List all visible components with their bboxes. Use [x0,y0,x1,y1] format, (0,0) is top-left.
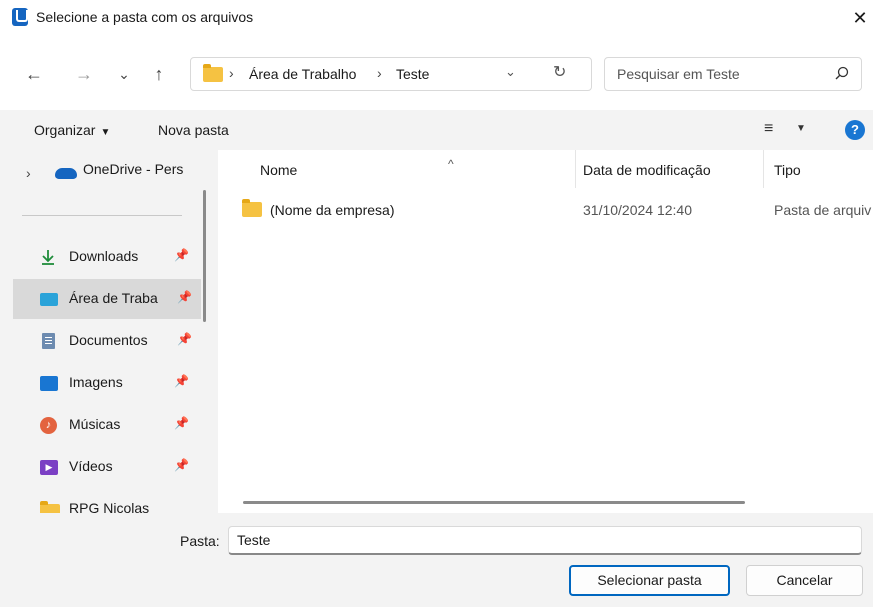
column-header-type[interactable]: Tipo [774,162,801,178]
command-bar: Organizar ▼ Nova pasta ≡ ▼ ? [0,110,873,150]
breadcrumb-separator: › [377,65,382,81]
recent-locations-chevron-icon[interactable]: ⌄ [110,60,138,88]
navigation-bar: ← → ⌄ ↑ › Área de Trabalho › Teste ⌄ ↻ [0,40,873,110]
folder-icon [203,64,223,82]
music-icon: ♪ [40,417,57,434]
table-row[interactable]: (Nome da empresa) 31/10/2024 12:40 Pasta… [238,196,873,224]
sidebar-item-downloads[interactable]: Downloads 📌 [13,237,201,277]
pin-icon[interactable]: 📌 [174,416,189,430]
dialog-footer: Pasta: Selecionar pasta Cancelar [0,513,873,607]
sidebar-item-label: Músicas [69,416,121,432]
pin-icon[interactable]: 📌 [174,248,189,262]
sidebar-item-label: Documentos [69,332,148,348]
pin-icon[interactable]: 📌 [174,458,189,472]
sidebar-item-documents[interactable]: Documentos 📌 [13,321,201,361]
sidebar-item-label: Imagens [69,374,123,390]
new-folder-button[interactable]: Nova pasta [158,122,229,138]
search-icon[interactable] [835,66,849,80]
horizontal-scrollbar[interactable] [243,501,745,504]
sidebar-item-label: Vídeos [69,458,113,474]
title-bar: Selecione a pasta com os arquivos ✕ [0,0,873,40]
help-icon[interactable]: ? [845,120,865,140]
address-dropdown-chevron-icon[interactable]: ⌄ [505,64,516,80]
folder-icon [242,199,262,217]
folder-picker-dialog: Selecione a pasta com os arquivos ✕ ← → … [0,0,873,607]
address-bar[interactable]: › Área de Trabalho › Teste ⌄ ↻ [190,57,592,91]
sidebar-item-rpg-nicolas[interactable]: RPG Nicolas [13,489,201,513]
sidebar-item-desktop[interactable]: Área de Traba 📌 [13,279,201,319]
close-icon[interactable]: ✕ [847,4,873,32]
file-list: Nome ^ Data de modificação Tipo (Nome da … [218,150,873,513]
folder-field-label: Pasta: [180,533,220,549]
caret-down-icon: ▼ [100,127,111,138]
sidebar-item-label: RPG Nicolas [69,500,150,513]
view-caret-down-icon[interactable]: ▼ [796,123,806,134]
navigation-pane: › OneDrive - Pers Downloads 📌 Área de Tr… [0,150,218,513]
forward-arrow-icon[interactable]: → [70,60,98,88]
cell-date: 31/10/2024 12:40 [583,202,692,218]
column-header-date[interactable]: Data de modificação [583,162,711,178]
organize-label: Organizar [34,122,96,138]
search-box[interactable] [604,57,862,91]
cancel-button[interactable]: Cancelar [746,565,863,596]
cell-type: Pasta de arquiv [774,202,872,218]
breadcrumb-teste[interactable]: Teste [396,66,429,82]
up-arrow-icon[interactable]: ↑ [145,60,173,88]
column-divider[interactable] [575,150,576,188]
cell-name: (Nome da empresa) [270,202,395,218]
folder-name-input[interactable] [228,526,862,555]
dialog-title: Selecione a pasta com os arquivos [36,9,254,25]
videos-icon: ▶ [40,460,58,475]
view-options-icon[interactable]: ≡ [764,120,773,138]
pin-icon[interactable]: 📌 [177,290,192,304]
onedrive-cloud-icon [55,168,77,179]
breadcrumb-separator: › [229,65,234,81]
sidebar-item-label: Downloads [69,248,139,264]
sidebar-item-videos[interactable]: ▶ Vídeos 📌 [13,447,201,487]
sidebar-item-pictures[interactable]: Imagens 📌 [13,363,201,403]
documents-icon [42,333,55,349]
folder-icon [40,501,60,513]
pin-icon[interactable]: 📌 [174,374,189,388]
column-divider[interactable] [763,150,764,188]
download-icon [42,250,54,265]
pictures-icon [40,376,58,391]
column-header-name[interactable]: Nome ^ [260,157,454,178]
sidebar-item-onedrive[interactable]: › OneDrive - Pers [13,150,201,190]
app-icon [12,8,28,26]
select-folder-button[interactable]: Selecionar pasta [569,565,730,596]
sidebar-divider [22,215,182,216]
search-input[interactable] [617,64,817,84]
column-label: Nome [260,162,298,178]
organize-menu-button[interactable]: Organizar ▼ [34,122,110,138]
sort-ascending-icon: ^ [448,157,454,171]
sidebar-item-music[interactable]: ♪ Músicas 📌 [13,405,201,445]
expand-chevron-icon[interactable]: › [26,165,31,181]
desktop-icon [40,293,58,306]
back-arrow-icon[interactable]: ← [20,60,48,88]
refresh-icon[interactable]: ↻ [553,62,566,82]
pin-icon[interactable]: 📌 [177,332,192,346]
sidebar-item-label: Área de Traba [69,290,158,306]
breadcrumb-desktop[interactable]: Área de Trabalho [249,66,356,82]
sidebar-item-label: OneDrive - Pers [83,161,184,177]
sidebar-scrollbar[interactable] [203,190,206,322]
